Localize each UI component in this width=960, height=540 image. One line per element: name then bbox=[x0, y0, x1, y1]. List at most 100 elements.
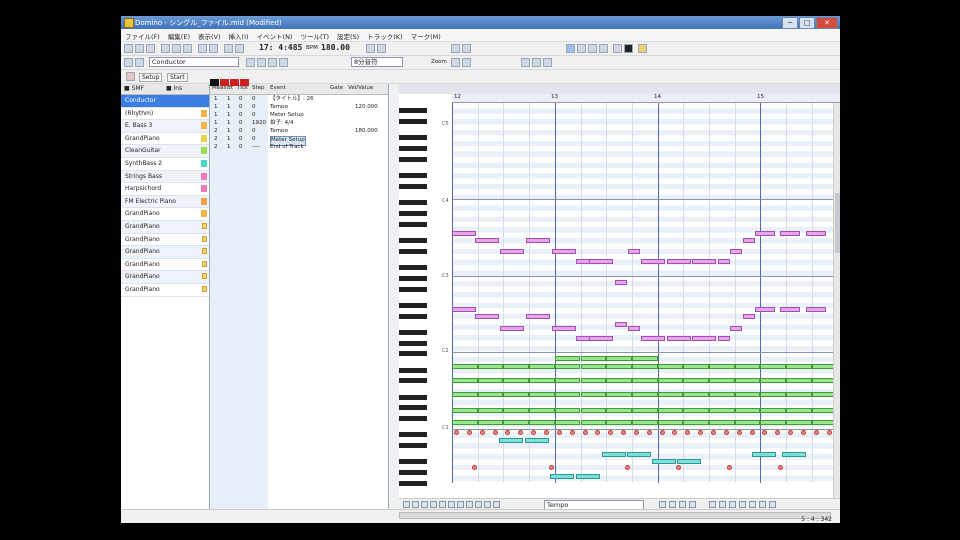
lock-icon[interactable] bbox=[202, 260, 207, 267]
drum-hit[interactable] bbox=[531, 430, 537, 435]
black-key[interactable] bbox=[399, 157, 427, 162]
note-green[interactable] bbox=[760, 378, 787, 383]
drum-hit[interactable] bbox=[646, 430, 652, 435]
note-pink[interactable] bbox=[806, 307, 826, 312]
track-item[interactable]: Strings Bass bbox=[121, 170, 209, 184]
note-green[interactable] bbox=[477, 364, 504, 369]
track-item[interactable]: SynthBass 2 bbox=[121, 158, 209, 171]
note-green[interactable] bbox=[709, 420, 735, 425]
note-pink[interactable] bbox=[526, 314, 550, 319]
black-key[interactable] bbox=[399, 173, 427, 179]
drum-hit[interactable] bbox=[472, 465, 477, 470]
drum-hit[interactable] bbox=[762, 430, 768, 435]
note-green[interactable] bbox=[529, 408, 555, 413]
black-key[interactable] bbox=[399, 459, 427, 465]
note-pink[interactable] bbox=[755, 307, 775, 312]
note-green[interactable] bbox=[529, 378, 555, 383]
note-green[interactable] bbox=[631, 364, 658, 369]
eventlist-view-icon[interactable] bbox=[577, 44, 586, 53]
wave-icon[interactable] bbox=[430, 501, 437, 508]
measure-ruler[interactable]: 12 13 14 15 bbox=[452, 94, 840, 103]
note-green[interactable] bbox=[554, 364, 581, 369]
note-green[interactable] bbox=[734, 392, 761, 397]
brush-icon[interactable] bbox=[448, 501, 455, 508]
black-key[interactable] bbox=[399, 184, 427, 189]
note-pink[interactable] bbox=[589, 259, 613, 264]
line-icon[interactable] bbox=[412, 501, 419, 508]
event-row[interactable]: 2 1 0 0 Tempo 180.000 bbox=[210, 128, 388, 136]
note-cyan[interactable] bbox=[576, 474, 600, 479]
note-green[interactable] bbox=[452, 408, 478, 413]
zoom-out-icon[interactable] bbox=[462, 58, 471, 67]
drum-hit[interactable] bbox=[778, 465, 783, 470]
black-key[interactable] bbox=[399, 416, 427, 422]
drum-hit[interactable] bbox=[727, 465, 732, 470]
drum-hit[interactable] bbox=[549, 465, 554, 470]
save-icon[interactable] bbox=[146, 44, 155, 53]
track-icon[interactable] bbox=[124, 58, 133, 67]
drum-hit[interactable] bbox=[543, 430, 549, 435]
event-row[interactable]: 1 1 0 0 Meter Setup bbox=[210, 112, 388, 120]
drum-hit[interactable] bbox=[569, 430, 575, 435]
note-green[interactable] bbox=[503, 378, 530, 383]
track-item[interactable]: GrandPiano bbox=[121, 259, 209, 272]
grid-icon[interactable] bbox=[599, 44, 608, 53]
note-green[interactable] bbox=[554, 408, 581, 413]
note-cyan[interactable] bbox=[602, 452, 626, 457]
drum-hit[interactable] bbox=[621, 430, 627, 435]
note-pink[interactable] bbox=[641, 259, 665, 264]
note-pink[interactable] bbox=[576, 336, 590, 341]
note-green[interactable] bbox=[709, 392, 735, 397]
paste-icon[interactable] bbox=[183, 44, 192, 53]
fill-icon[interactable] bbox=[689, 501, 696, 508]
note-green[interactable] bbox=[606, 392, 632, 397]
lock-icon[interactable] bbox=[202, 222, 207, 229]
menu-event[interactable]: イベント(N) bbox=[253, 29, 297, 41]
copy-icon[interactable] bbox=[172, 44, 181, 53]
note-green[interactable] bbox=[760, 364, 787, 369]
note-green[interactable] bbox=[786, 392, 812, 397]
note-green[interactable] bbox=[477, 392, 504, 397]
black-key[interactable] bbox=[399, 211, 427, 216]
note-pink[interactable] bbox=[743, 314, 755, 319]
note-green[interactable] bbox=[786, 364, 812, 369]
note-cyan[interactable] bbox=[782, 452, 806, 457]
track-item[interactable]: GrandPiano bbox=[121, 133, 209, 146]
lock-icon[interactable] bbox=[202, 285, 207, 292]
menu-tool[interactable]: ツール(T) bbox=[296, 29, 333, 41]
close-button[interactable]: ✕ bbox=[816, 17, 838, 29]
menu-settings[interactable]: 設定(S) bbox=[333, 29, 363, 41]
quantize-icon[interactable] bbox=[521, 58, 530, 67]
curve-icon[interactable] bbox=[421, 501, 428, 508]
snap-combo[interactable]: 8分音符 bbox=[351, 57, 403, 67]
note-green[interactable] bbox=[477, 420, 504, 425]
note-pink[interactable] bbox=[780, 231, 800, 236]
event-row[interactable]: 2 1 0 ---- End of Track bbox=[210, 144, 388, 152]
settings-icon[interactable] bbox=[493, 501, 500, 508]
note-pink[interactable] bbox=[755, 231, 775, 236]
note-pink[interactable] bbox=[667, 259, 691, 264]
black-key[interactable] bbox=[399, 443, 427, 449]
note-green[interactable] bbox=[529, 420, 555, 425]
note-green[interactable] bbox=[657, 408, 684, 413]
drum-hit[interactable] bbox=[813, 430, 819, 435]
black-key[interactable] bbox=[399, 351, 427, 357]
note-green[interactable] bbox=[631, 378, 658, 383]
staff-view-icon[interactable] bbox=[588, 44, 597, 53]
drum-hit[interactable] bbox=[672, 430, 678, 435]
note-pink[interactable] bbox=[743, 238, 755, 243]
note-pink[interactable] bbox=[475, 314, 499, 319]
black-key[interactable] bbox=[399, 135, 427, 141]
maximize-button[interactable]: □ bbox=[799, 17, 815, 29]
note-pink[interactable] bbox=[552, 326, 576, 331]
note-green[interactable] bbox=[760, 392, 787, 397]
step-icon[interactable] bbox=[759, 501, 766, 508]
setup-icon[interactable] bbox=[126, 72, 135, 81]
grid-icon[interactable] bbox=[475, 501, 482, 508]
warning-icon[interactable] bbox=[669, 501, 676, 508]
note-pink[interactable] bbox=[718, 336, 730, 341]
note-green[interactable] bbox=[452, 378, 478, 383]
note-pink[interactable] bbox=[500, 249, 524, 254]
note-cyan[interactable] bbox=[499, 438, 523, 443]
range-icon[interactable] bbox=[279, 58, 288, 67]
